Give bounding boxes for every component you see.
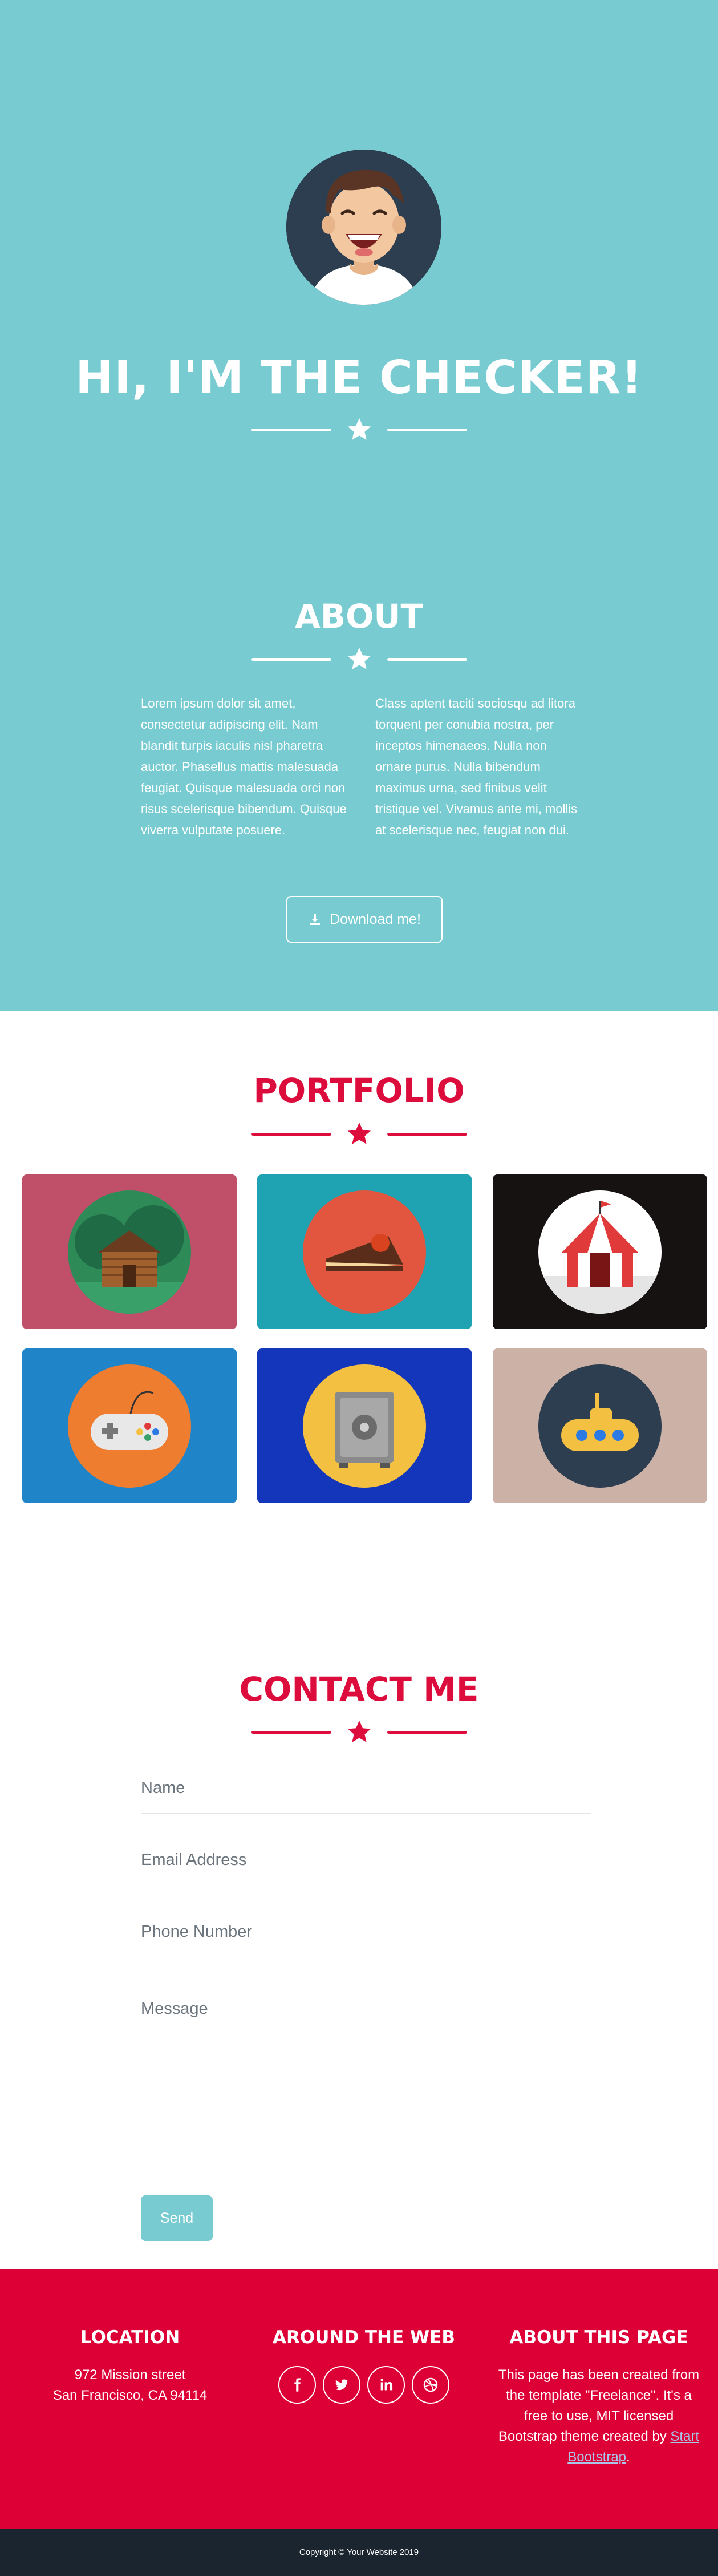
dribbble-link[interactable] (412, 2366, 449, 2404)
message-field[interactable] (141, 2000, 591, 2159)
footer-web-title: AROUND THE WEB (273, 2327, 455, 2348)
footer-about-period: . (626, 2449, 630, 2465)
divider-line (251, 1132, 331, 1136)
email-field[interactable] (141, 1842, 591, 1885)
linkedin-icon (380, 2378, 393, 2391)
star-icon (347, 1122, 371, 1144)
address-line: San Francisco, CA 94114 (52, 2388, 208, 2403)
page-title: HI, I'M THE CHECKER! (75, 351, 643, 404)
cake-icon (303, 1190, 426, 1314)
divider-line (251, 1730, 331, 1734)
footer-about-title: ABOUT THIS PAGE (509, 2327, 688, 2348)
footer-about-body: This page has been created from the temp… (498, 2367, 700, 2444)
portfolio-item-submarine[interactable] (493, 1348, 707, 1503)
divider-line (251, 657, 331, 661)
linkedin-link[interactable] (367, 2366, 405, 2404)
download-label: Download me! (330, 911, 421, 927)
masthead-divider (0, 417, 718, 443)
about-text-right: Class aptent taciti sociosqu ad litora t… (375, 696, 578, 837)
footer: LOCATION 972 Mission street San Francisc… (0, 2269, 718, 2529)
star-icon (347, 418, 371, 440)
portfolio-item-game-controller[interactable] (22, 1348, 237, 1503)
name-field[interactable] (141, 1770, 591, 1814)
portfolio-title: PORTFOLIO (253, 1071, 465, 1110)
star-icon (347, 647, 371, 669)
about-divider (0, 646, 718, 672)
portfolio-item-cabin[interactable] (22, 1174, 237, 1329)
portfolio-section: PORTFOLIO (0, 1011, 718, 1582)
divider-line (387, 428, 467, 431)
divider-line (251, 428, 331, 431)
about-section: ABOUT Lorem ipsum dolor sit amet, consec… (0, 491, 718, 1011)
about-title: ABOUT (294, 597, 424, 636)
star-icon (347, 1720, 371, 1742)
download-icon (310, 914, 321, 925)
copyright-bar: Copyright © Your Website 2019 (0, 2529, 718, 2576)
portfolio-divider (0, 1121, 718, 1147)
divider-line (387, 1132, 467, 1136)
twitter-link[interactable] (323, 2366, 360, 2404)
dribbble-icon (423, 2377, 438, 2392)
game-controller-icon (68, 1364, 191, 1488)
portfolio-item-safe[interactable] (257, 1348, 472, 1503)
masthead: HI, I'M THE CHECKER! (0, 0, 718, 491)
smiling-person-avatar-icon (286, 150, 441, 305)
send-button[interactable]: Send (141, 2195, 213, 2241)
contact-section: CONTACT ME Send (0, 1582, 718, 2269)
address-line: 972 Mission street (74, 2367, 186, 2383)
footer-about-text: This page has been created from the temp… (496, 2365, 701, 2468)
cabin-icon (68, 1190, 191, 1314)
divider-line (387, 657, 467, 661)
facebook-link[interactable] (278, 2366, 316, 2404)
portfolio-item-cake[interactable] (257, 1174, 472, 1329)
contact-divider (0, 1719, 718, 1745)
divider-line (387, 1730, 467, 1734)
facebook-icon (294, 2378, 301, 2392)
download-button[interactable]: Download me! (286, 896, 443, 943)
footer-location-address: 972 Mission street San Francisco, CA 941… (27, 2365, 233, 2406)
footer-location-title: LOCATION (80, 2327, 180, 2348)
copyright-text: Copyright © Your Website 2019 (299, 2547, 419, 2557)
phone-field[interactable] (141, 1914, 591, 1957)
contact-title: CONTACT ME (239, 1670, 479, 1709)
twitter-icon (335, 2379, 348, 2391)
safe-icon (303, 1364, 426, 1488)
circus-tent-icon (538, 1190, 662, 1314)
social-links (278, 2366, 449, 2404)
portfolio-item-circus[interactable] (493, 1174, 707, 1329)
submarine-icon (538, 1364, 662, 1488)
about-text-left: Lorem ipsum dolor sit amet, consectetur … (141, 696, 347, 837)
